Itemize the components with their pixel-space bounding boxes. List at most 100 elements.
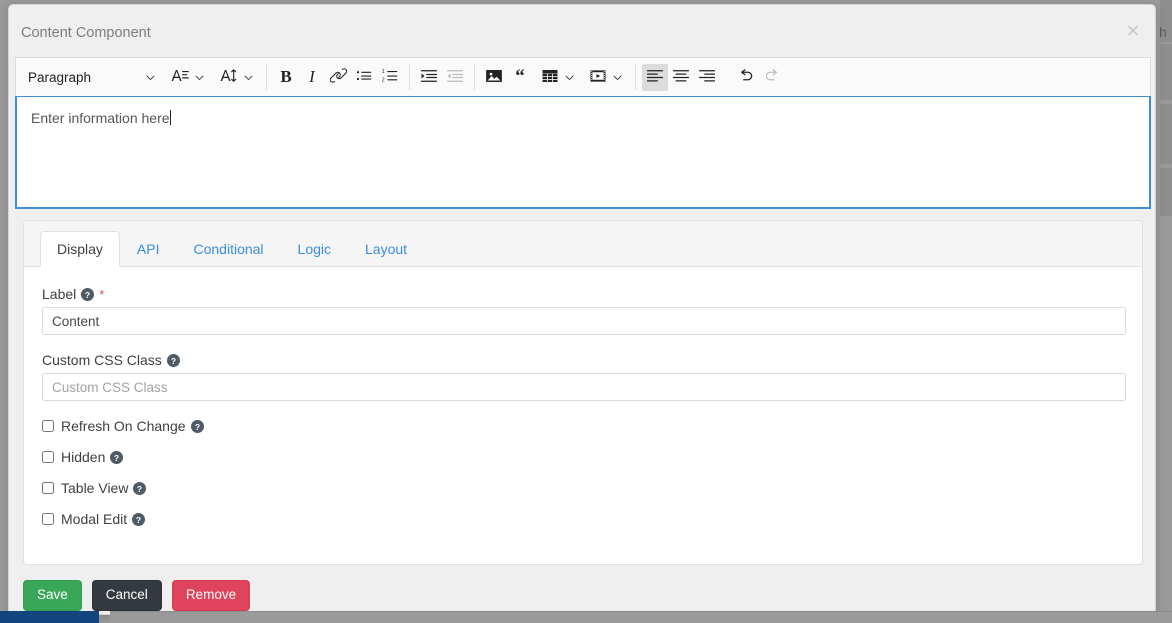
outdent-icon [446, 67, 464, 88]
link-button[interactable] [325, 64, 351, 91]
toolbar-separator [409, 64, 410, 90]
bullet-list-icon [355, 67, 373, 88]
cancel-button[interactable]: Cancel [91, 580, 162, 611]
svg-text:1: 1 [382, 69, 385, 75]
help-icon[interactable]: ? [132, 512, 146, 526]
help-icon[interactable]: ? [81, 287, 95, 301]
font-family-dropdown[interactable] [162, 64, 211, 91]
css-class-field-text: Custom CSS Class [42, 352, 162, 368]
content-component-dialog: Content Component × Paragraph B I 1 2 “ … [8, 4, 1156, 615]
insert-table-dropdown[interactable] [533, 64, 581, 91]
label-field-group: Label ? * [42, 287, 1126, 335]
svg-text:?: ? [114, 452, 119, 462]
undo-button[interactable] [733, 64, 759, 91]
tab-display[interactable]: Display [40, 231, 120, 267]
hidden-row[interactable]: Hidden ? [42, 450, 1124, 464]
css-class-field-label: Custom CSS Class ? [42, 353, 1124, 367]
tab-conditional[interactable]: Conditional [176, 231, 280, 267]
indent-icon [420, 67, 438, 88]
text-caret [169, 110, 171, 125]
editor-content-text: Enter information here [31, 110, 170, 126]
svg-text:?: ? [171, 355, 176, 365]
chevron-down-icon [194, 72, 205, 83]
italic-button[interactable]: I [299, 64, 325, 91]
remove-button[interactable]: Remove [171, 580, 251, 611]
page-progress-indicator [0, 611, 99, 623]
numbered-list-button[interactable]: 12 [377, 64, 403, 91]
svg-text:?: ? [194, 421, 199, 431]
indent-button[interactable] [416, 64, 442, 91]
align-left-icon [646, 67, 664, 88]
numbered-list-icon: 12 [381, 67, 399, 88]
backdrop-band [1160, 44, 1172, 100]
table-view-checkbox[interactable] [42, 482, 54, 494]
help-icon[interactable]: ? [133, 481, 147, 495]
paragraph-style-label: Paragraph [28, 69, 92, 85]
backdrop-band [1160, 104, 1172, 164]
bullet-list-button[interactable] [351, 64, 377, 91]
toolbar-separator [266, 64, 267, 90]
refresh-on-change-label: Refresh On Change [61, 418, 186, 434]
help-icon[interactable]: ? [110, 450, 124, 464]
close-icon[interactable]: × [1119, 17, 1147, 45]
editor-content-area[interactable]: Enter information here [15, 96, 1151, 209]
bold-icon: B [280, 67, 292, 86]
horizontal-scrollbar[interactable] [110, 611, 1172, 623]
svg-text:?: ? [85, 289, 90, 299]
css-class-field-group: Custom CSS Class ? [42, 353, 1126, 401]
table-view-row[interactable]: Table View ? [42, 481, 1124, 495]
editor-toolbar: Paragraph B I 1 2 “ [15, 57, 1151, 96]
align-center-button[interactable] [668, 64, 694, 91]
font-family-icon [170, 66, 189, 88]
modal-edit-checkbox[interactable] [42, 513, 54, 525]
dialog-header: Content Component × [9, 5, 1155, 57]
bold-button[interactable]: B [273, 64, 299, 91]
display-tab-content: Label ? * Custom CSS Class ? [24, 267, 1142, 526]
refresh-on-change-row[interactable]: Refresh On Change ? [42, 419, 1124, 433]
label-input[interactable] [42, 307, 1126, 335]
align-right-button[interactable] [694, 64, 720, 91]
video-icon [589, 67, 607, 88]
tab-logic[interactable]: Logic [281, 231, 348, 267]
svg-text:?: ? [137, 483, 142, 493]
insert-image-button[interactable] [481, 64, 507, 91]
dialog-title: Content Component [21, 25, 151, 41]
required-marker: * [99, 286, 105, 302]
align-center-icon [672, 67, 690, 88]
font-size-dropdown[interactable] [211, 64, 260, 91]
align-right-icon [698, 67, 716, 88]
hidden-label: Hidden [61, 449, 106, 465]
italic-icon: I [309, 67, 315, 86]
modal-edit-label: Modal Edit [61, 511, 128, 527]
chevron-down-icon [243, 72, 254, 83]
blockquote-button[interactable]: “ [507, 64, 533, 91]
redo-icon [763, 67, 781, 88]
svg-text:?: ? [136, 514, 141, 524]
font-size-icon [219, 66, 238, 88]
help-icon[interactable]: ? [190, 419, 204, 433]
refresh-on-change-checkbox[interactable] [42, 420, 54, 432]
toolbar-separator [726, 64, 727, 90]
insert-video-dropdown[interactable] [581, 64, 629, 91]
backdrop-partial-text: h [1159, 24, 1167, 40]
custom-css-class-input[interactable] [42, 373, 1126, 401]
chevron-down-icon [145, 72, 156, 83]
paragraph-style-dropdown[interactable]: Paragraph [20, 64, 162, 91]
link-icon [329, 67, 347, 87]
table-icon [541, 67, 559, 88]
help-icon[interactable]: ? [166, 353, 180, 367]
label-field-label: Label ? * [42, 287, 1124, 301]
toolbar-separator [635, 64, 636, 90]
save-button[interactable]: Save [23, 580, 82, 611]
tab-layout[interactable]: Layout [348, 231, 424, 267]
backdrop-band [1160, 168, 1172, 216]
redo-button[interactable] [759, 64, 785, 91]
quote-icon: “ [515, 66, 525, 87]
image-icon [485, 67, 503, 88]
hidden-checkbox[interactable] [42, 451, 54, 463]
align-left-button[interactable] [642, 63, 668, 91]
outdent-button[interactable] [442, 64, 468, 91]
tab-api[interactable]: API [120, 231, 177, 267]
modal-edit-row[interactable]: Modal Edit ? [42, 512, 1124, 526]
table-view-label: Table View [61, 480, 129, 496]
